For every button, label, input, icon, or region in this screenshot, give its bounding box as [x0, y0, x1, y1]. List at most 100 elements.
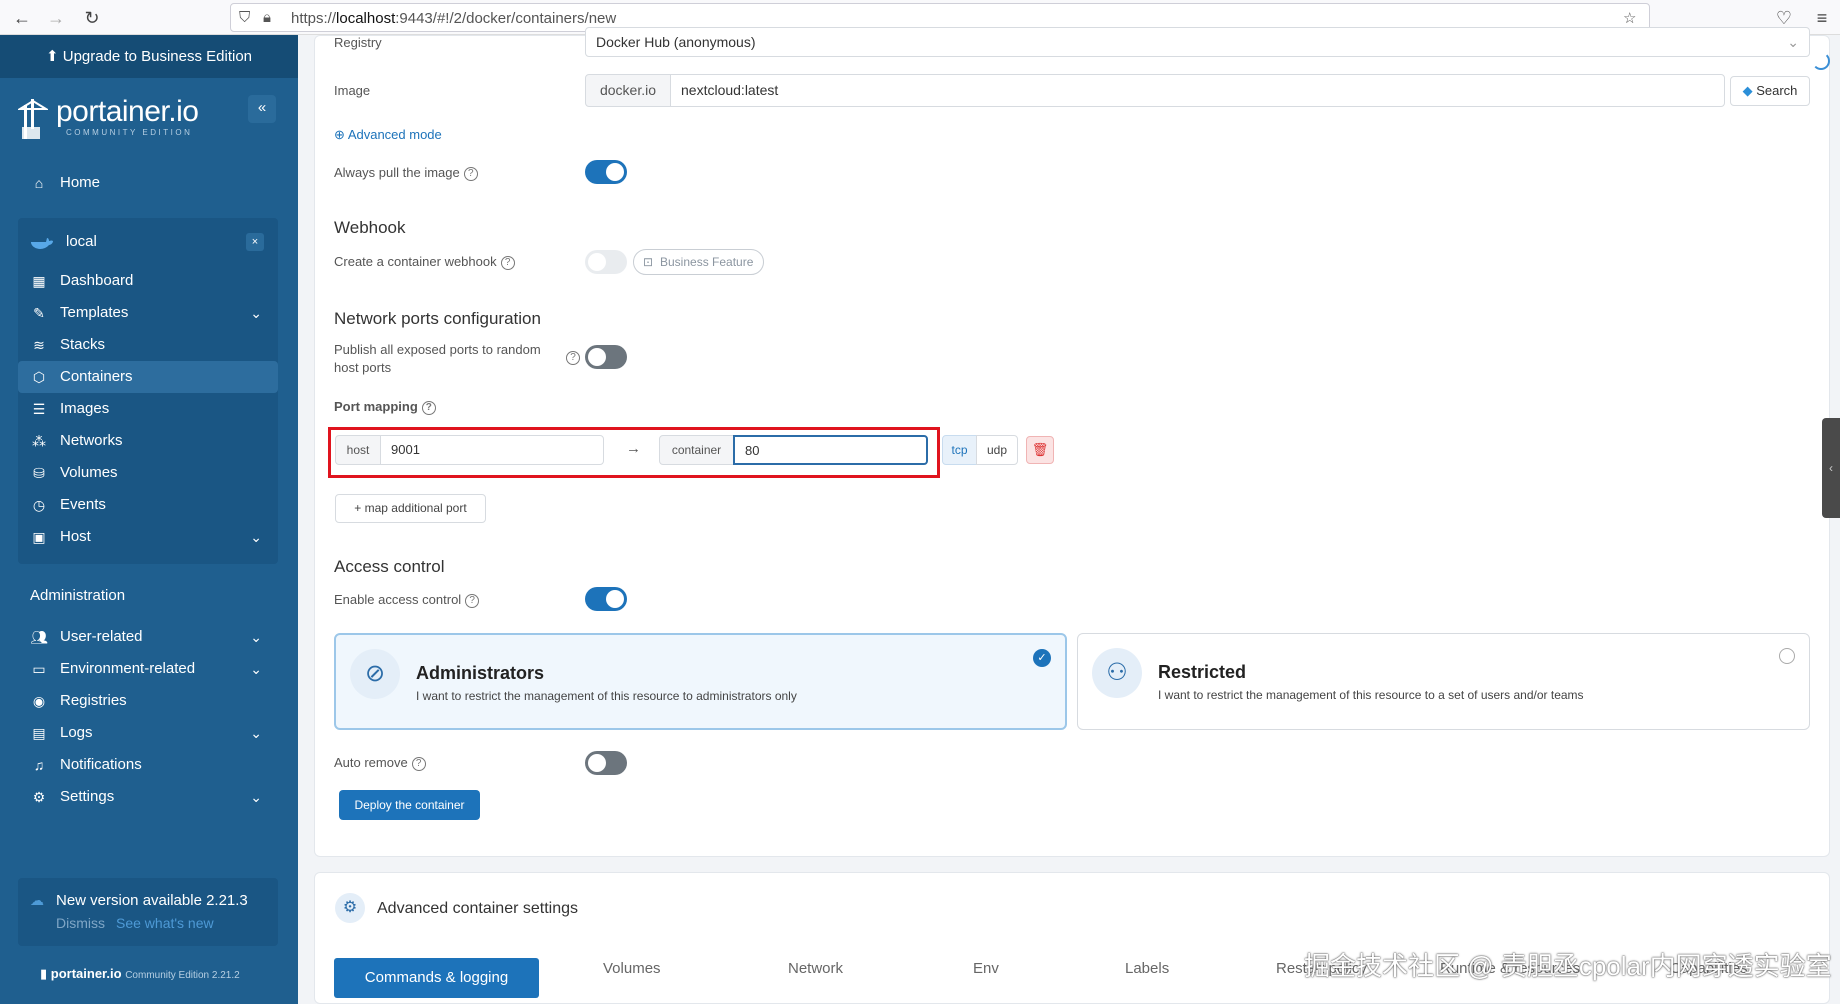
close-environment-icon[interactable]: × [246, 233, 264, 251]
sidebar-item-dashboard[interactable]: ▦ Dashboard [18, 265, 278, 297]
box-icon: ⬡ [32, 369, 46, 385]
search-image-button[interactable]: ◆ Search [1730, 76, 1810, 106]
dismiss-link[interactable]: Dismiss [56, 915, 105, 931]
chevron-down-icon: ⌄ [250, 725, 262, 741]
delete-port-button[interactable]: 🗑︎ [1026, 436, 1054, 464]
tab-env[interactable]: Env [973, 960, 999, 977]
download-cloud-icon: ☁ [30, 892, 44, 908]
radio-icon: ◉ [32, 693, 46, 709]
sidebar-item-templates[interactable]: ✎ Templates ⌄ [18, 297, 278, 329]
chevron-down-icon: ⌄ [250, 305, 262, 321]
business-feature-badge: ⊡ Business Feature [633, 249, 765, 275]
sidebar-item-volumes[interactable]: ⛁ Volumes [18, 457, 278, 489]
access-control-heading: Access control [334, 557, 445, 576]
tab-commands-logging[interactable]: Commands & logging [334, 958, 539, 998]
trash-icon: 🗑︎ [1031, 442, 1049, 457]
port-mapping-label: Port mapping? [334, 399, 436, 415]
sidebar-item-events[interactable]: ◷ Events [18, 489, 278, 521]
collapse-sidebar-button[interactable]: « [248, 95, 276, 123]
help-icon: ? [463, 166, 478, 181]
tab-network[interactable]: Network [788, 960, 843, 977]
advanced-settings-card: ⚙ Advanced container settings [314, 872, 1830, 1004]
deploy-container-button[interactable]: Deploy the container [339, 790, 480, 820]
access-control-toggle[interactable] [585, 587, 627, 611]
webhook-toggle [585, 250, 627, 274]
help-icon: ? [566, 351, 580, 365]
chevron-down-icon: ⌄ [250, 789, 262, 805]
footer-logo: ▮ portainer.io Community Edition 2.21.2 [40, 966, 240, 981]
plus-icon: + [354, 501, 365, 515]
sidebar-item-logs[interactable]: ▤ Logs ⌄ [18, 717, 278, 749]
sidebar-item-networks[interactable]: ⁂ Networks [18, 425, 278, 457]
sidebar-item-environment-related[interactable]: ▭ Environment-related ⌄ [18, 653, 278, 685]
hard-drive-icon: ▭ [32, 661, 46, 677]
side-panel-handle[interactable]: ‹ [1822, 418, 1840, 518]
loading-spinner-icon [1812, 52, 1830, 70]
docker-whale-icon [31, 238, 53, 249]
auto-remove-label: Auto remove? [334, 755, 426, 771]
webhook-heading: Webhook [334, 218, 406, 237]
logo-subtitle: COMMUNITY EDITION [66, 128, 193, 137]
sidebar-item-host[interactable]: ▣ Host ⌄ [18, 521, 278, 553]
lock-icon: 🔒︎ [263, 9, 271, 26]
list-icon: ☰ [32, 401, 46, 417]
advanced-settings-title: Advanced container settings [377, 900, 579, 917]
sidebar-item-images[interactable]: ☰ Images [18, 393, 278, 425]
bookmark-star-icon[interactable]: ☆ [1623, 9, 1636, 27]
tab-labels[interactable]: Labels [1125, 960, 1169, 977]
dashboard-icon: ▦ [32, 273, 46, 289]
url-text: https://localhost:9443/#!/2/docker/conta… [291, 10, 617, 27]
chevron-down-icon: ⌄ [250, 629, 262, 645]
users-icon: ⚇ [1092, 648, 1142, 698]
upgrade-banner[interactable]: ⬆ Upgrade to Business Edition [0, 35, 298, 78]
tab-volumes[interactable]: Volumes [603, 960, 661, 977]
environment-header[interactable]: local × [18, 224, 278, 262]
up-arrow-icon: ⬆ [45, 48, 63, 65]
environment-name: local [66, 233, 97, 250]
check-circle-icon: ✓ [1033, 649, 1051, 667]
see-whats-new-link[interactable]: See what's new [116, 915, 214, 931]
docker-icon: ◆ [1742, 83, 1753, 98]
bell-icon: ♫ [33, 757, 45, 773]
registry-label: Registry [334, 35, 382, 50]
tcp-protocol-button[interactable]: tcp [942, 435, 977, 465]
advanced-mode-link[interactable]: ⊕ Advanced mode [334, 127, 442, 143]
publish-ports-toggle[interactable] [585, 345, 627, 369]
udp-protocol-button[interactable]: udp [976, 435, 1018, 465]
eye-off-icon: ⊘ [350, 649, 400, 699]
portainer-logo: portainer.io COMMUNITY EDITION [18, 95, 278, 155]
sidebar-item-stacks[interactable]: ≋ Stacks [18, 329, 278, 361]
forward-icon[interactable]: → [44, 6, 68, 30]
webhook-label: Create a container webhook? [334, 254, 515, 270]
sidebar-item-registries[interactable]: ◉ Registries [18, 685, 278, 717]
globe-icon: ⊕ [334, 127, 345, 142]
map-additional-port-button[interactable]: + map additional port [335, 494, 486, 523]
restricted-option[interactable]: ⚇ Restricted I want to restrict the mana… [1077, 633, 1810, 730]
edit-icon: ✎ [33, 305, 45, 321]
file-text-icon: ▤ [32, 725, 46, 741]
sidebar-item-user-related[interactable]: 👥︎ User-related ⌄ [18, 621, 278, 653]
update-notice: ☁ New version available 2.21.3 Dismiss S… [18, 878, 278, 946]
sidebar-item-containers[interactable]: ⬡ Containers [18, 361, 278, 393]
radio-empty-icon[interactable] [1779, 648, 1795, 664]
always-pull-toggle[interactable] [585, 160, 627, 184]
portainer-small-icon: ▮ [40, 966, 51, 981]
sidebar-item-home[interactable]: ⌂ Home [18, 167, 278, 199]
help-icon: ? [421, 400, 436, 415]
sidebar-item-notifications[interactable]: ♫ Notifications [18, 749, 278, 781]
help-icon: ? [500, 255, 515, 270]
portainer-crane-icon [18, 99, 48, 139]
administrators-option[interactable]: ⊘ Administrators I want to restrict the … [334, 633, 1067, 730]
sidebar: ⬆ Upgrade to Business Edition portainer.… [0, 35, 298, 1004]
menu-icon[interactable]: ≡ [1810, 6, 1834, 30]
sidebar-item-settings[interactable]: ⚙ Settings ⌄ [18, 781, 278, 813]
auto-remove-toggle[interactable] [585, 751, 627, 775]
image-input[interactable]: nextcloud:latest [670, 74, 1725, 107]
back-icon[interactable]: ← [10, 6, 34, 30]
registry-select[interactable]: Docker Hub (anonymous) ⌄ [585, 27, 1810, 57]
enable-access-label: Enable access control? [334, 592, 480, 608]
server-icon: ▣ [32, 529, 46, 545]
database-icon: ⛁ [33, 465, 45, 481]
reload-icon[interactable]: ↻ [80, 6, 104, 30]
clock-icon: ◷ [32, 497, 46, 513]
